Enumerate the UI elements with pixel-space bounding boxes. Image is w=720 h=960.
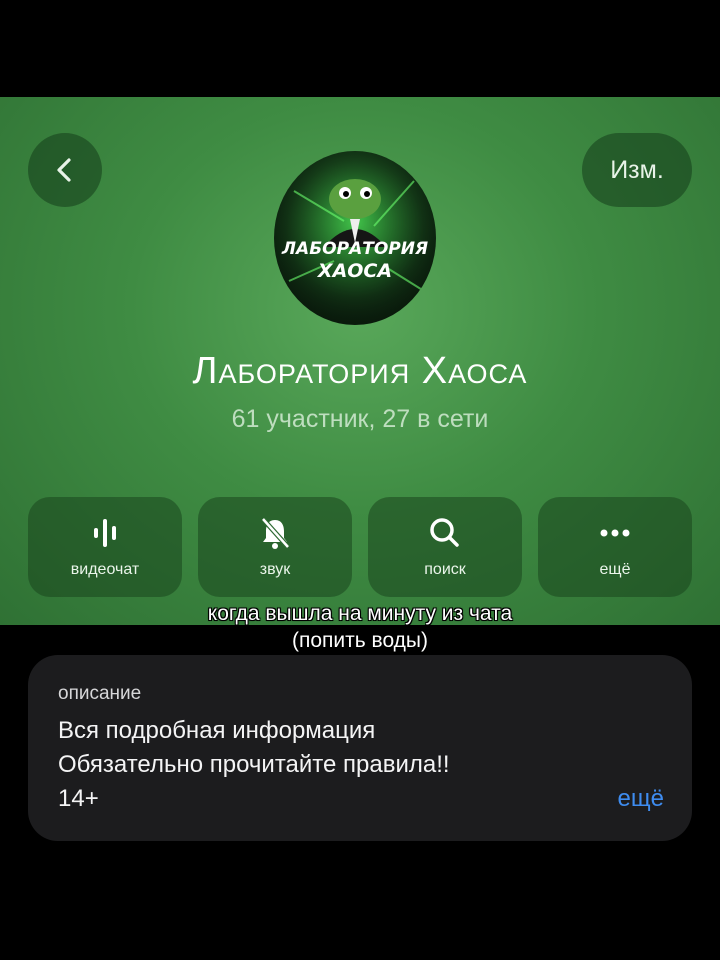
mute-button[interactable]: звук <box>198 497 352 597</box>
more-dots-icon <box>600 529 630 537</box>
avatar-artwork: ЛАБОРАТОРИЯ ХАОСА <box>274 151 436 325</box>
description-more-link[interactable]: ещё <box>618 785 664 813</box>
action-bar: видеочат звук поиск ещё <box>28 497 692 597</box>
profile-header: Изм. ЛАБОРАТОРИЯ ХАОСА Лаборатория Хаоса… <box>0 97 720 625</box>
group-title: Лаборатория Хаоса <box>192 350 528 392</box>
voice-chat-button[interactable]: видеочат <box>28 497 182 597</box>
caption-line-1: когда вышла на минуту из чата <box>207 602 513 625</box>
svg-text:ХАОСА: ХАОСА <box>317 260 392 282</box>
mute-label: звук <box>259 561 291 578</box>
bell-muted-icon <box>261 517 290 549</box>
search-icon <box>430 518 459 547</box>
caption-line-2: (попить воды) <box>291 629 429 652</box>
group-avatar[interactable]: ЛАБОРАТОРИЯ ХАОСА <box>274 151 436 325</box>
more-label: ещё <box>599 561 631 578</box>
description-line-3: 14+ <box>58 785 99 812</box>
member-count: 61 участник, 27 в сети <box>231 405 489 433</box>
edit-button[interactable]: Изм. <box>582 133 692 207</box>
search-label: поиск <box>424 561 466 578</box>
chevron-left-icon <box>57 158 71 182</box>
description-label: описание <box>58 683 142 704</box>
more-button[interactable]: ещё <box>538 497 692 597</box>
search-button[interactable]: поиск <box>368 497 522 597</box>
voice-chat-label: видеочат <box>70 561 140 578</box>
meme-caption: когда вышла на минуту из чата (попить во… <box>0 600 720 654</box>
back-button[interactable] <box>28 133 102 207</box>
description-line-2: Обязательно прочитайте правила!! <box>58 751 450 778</box>
voice-chat-icon <box>94 519 116 547</box>
svg-text:ЛАБОРАТОРИЯ: ЛАБОРАТОРИЯ <box>281 239 428 259</box>
description-line-1: Вся подробная информация <box>58 717 376 744</box>
description-card: описание Вся подробная информация Обязат… <box>28 655 692 841</box>
